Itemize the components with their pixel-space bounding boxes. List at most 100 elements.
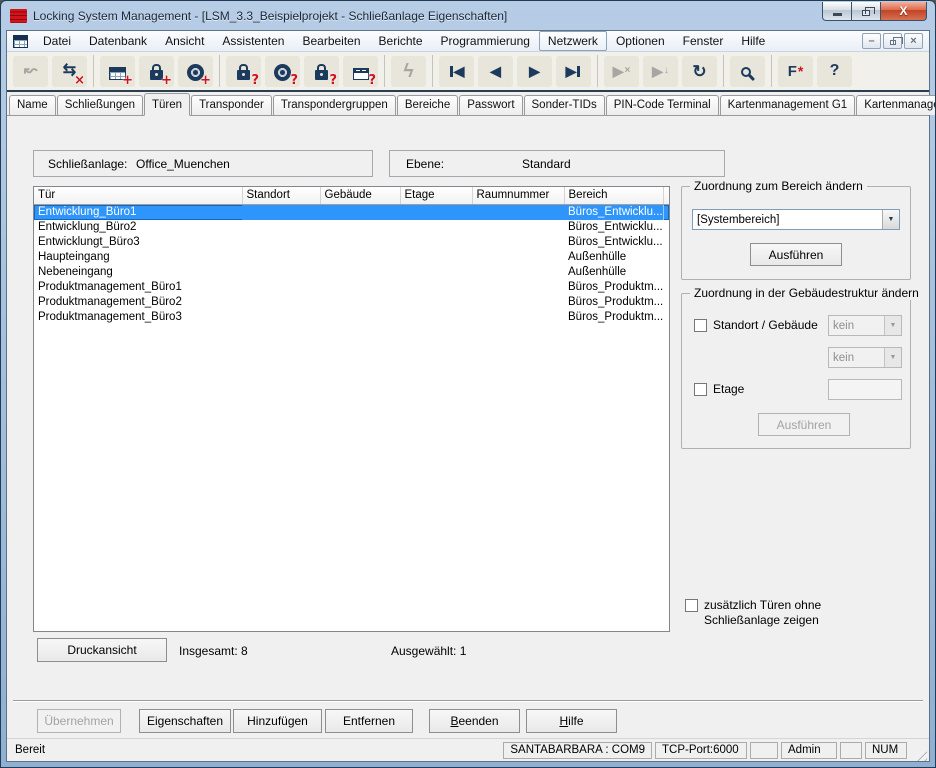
next-record-button[interactable]: ▶ — [517, 56, 552, 87]
tab-name[interactable]: Name — [9, 95, 56, 115]
mdi-document-icon — [13, 35, 28, 48]
tab-pin-code-terminal[interactable]: PIN-Code Terminal — [606, 95, 719, 115]
prev-record-icon: ◀ — [478, 56, 513, 87]
cell-bereich: Büros_Produktm... — [564, 310, 663, 325]
area-execute-button[interactable]: Ausführen — [750, 243, 842, 266]
menu-item-fenster[interactable]: Fenster — [674, 31, 733, 51]
floor-checkbox[interactable]: Etage — [694, 382, 744, 396]
eigenschaften-button[interactable]: Eigenschaften — [139, 709, 231, 733]
area-select[interactable]: [Systembereich] ▼ — [692, 209, 900, 230]
hinzuf-gen-button[interactable]: Hinzufügen — [233, 709, 322, 733]
mdi-restore-button[interactable] — [883, 33, 902, 49]
toolbar-separator — [597, 55, 598, 87]
close-button[interactable]: X — [881, 2, 927, 21]
beenden-button[interactable]: Beenden — [429, 709, 520, 733]
chevron-down-icon[interactable]: ▼ — [882, 210, 899, 229]
chevron-down-icon: ▼ — [884, 316, 901, 335]
toolbar: ↝⇆×+++????ϟ◀◀▶▶▶×▶↓↻F*? — [7, 52, 929, 92]
table-row[interactable]: Produktmanagement_Büro2Büros_Produktm... — [34, 295, 669, 310]
disconnect-arrow-button[interactable]: ⇆× — [52, 56, 87, 87]
read-lock-g1-button[interactable]: ? — [304, 56, 339, 87]
column-header-bereich[interactable]: Bereich — [564, 187, 663, 205]
new-lock-button[interactable]: + — [139, 56, 174, 87]
cell-standort — [242, 250, 320, 265]
first-record-button[interactable]: ◀ — [439, 56, 474, 87]
table-row[interactable]: NebeneingangAußenhülle — [34, 265, 669, 280]
prev-record-button[interactable]: ◀ — [478, 56, 513, 87]
new-locking-system-table-icon: + — [100, 56, 135, 87]
menu-item-hilfe[interactable]: Hilfe — [732, 31, 774, 51]
menu-item-datenbank[interactable]: Datenbank — [80, 31, 156, 51]
menu-item-optionen[interactable]: Optionen — [607, 31, 674, 51]
tab-t-ren[interactable]: Türen — [144, 93, 190, 116]
cell-raumnummer — [472, 310, 564, 325]
cell-standort — [242, 220, 320, 235]
new-locking-system-table-button[interactable]: + — [100, 56, 135, 87]
help-button[interactable]: ? — [817, 56, 852, 87]
table-row[interactable]: HaupteingangAußenhülle — [34, 250, 669, 265]
new-transponder-icon: + — [178, 56, 213, 87]
print-view-button[interactable]: Druckansicht — [37, 638, 167, 662]
menu-item-ansicht[interactable]: Ansicht — [156, 31, 213, 51]
tab-schlie-ungen[interactable]: Schließungen — [57, 95, 143, 115]
tab-kartenmanagement-g1[interactable]: Kartenmanagement G1 — [720, 95, 856, 115]
tab-transponder[interactable]: Transponder — [191, 95, 272, 115]
cell-filler — [663, 205, 669, 220]
mdi-minimize-button[interactable]: – — [862, 33, 881, 49]
new-transponder-button[interactable]: + — [178, 56, 213, 87]
cell-geb-ude — [320, 235, 400, 250]
hilfe-button[interactable]: Hilfe — [526, 709, 617, 733]
column-header-t-r[interactable]: Tür — [34, 187, 242, 205]
building-execute-button: Ausführen — [758, 413, 850, 436]
last-record-button[interactable]: ▶ — [556, 56, 591, 87]
read-transponder-button[interactable]: ? — [265, 56, 300, 87]
table-row[interactable]: Entwicklung_Büro1Büros_Entwicklu... — [34, 205, 669, 220]
cell-etage — [400, 250, 472, 265]
cell-t-r: Produktmanagement_Büro1 — [34, 280, 242, 295]
tab-bereiche[interactable]: Bereiche — [397, 95, 458, 115]
tab-kartenmanagement-g2[interactable]: Kartenmanagement G2 — [856, 95, 936, 115]
menu-item-netzwerk[interactable]: Netzwerk — [539, 31, 607, 51]
undo-arrow-button: ↝ — [13, 56, 48, 87]
tab-transpondergruppen[interactable]: Transpondergruppen — [273, 95, 396, 115]
menu-item-bearbeiten[interactable]: Bearbeiten — [293, 31, 369, 51]
read-locknode-button[interactable]: ? — [343, 56, 378, 87]
entfernen-button[interactable]: Entfernen — [325, 709, 413, 733]
show-doors-without-system-checkbox[interactable]: zusätzlich Türen ohne Schließanlage zeig… — [685, 598, 835, 628]
flash-icon: ϟ — [391, 56, 426, 87]
dialog-content: Schließanlage: Office_Muenchen Ebene: St… — [7, 116, 929, 738]
filter-settings-button[interactable]: F* — [778, 56, 813, 87]
column-header-filler — [663, 187, 669, 205]
table-row[interactable]: Produktmanagement_Büro3Büros_Produktm... — [34, 310, 669, 325]
table-row[interactable]: Entwicklungt_Büro3Büros_Entwicklu... — [34, 235, 669, 250]
refresh-icon: ↻ — [682, 56, 717, 87]
tab-sonder-tids[interactable]: Sonder-TIDs — [524, 95, 605, 115]
restore-button[interactable] — [852, 2, 881, 21]
total-count: Insgesamt: 8 — [179, 644, 248, 658]
menu-item-assistenten[interactable]: Assistenten — [213, 31, 293, 51]
search-button[interactable] — [730, 56, 765, 87]
resize-grip[interactable] — [913, 747, 927, 761]
location-building-checkbox[interactable]: Standort / Gebäude — [694, 318, 818, 332]
read-lock-button[interactable]: ? — [226, 56, 261, 87]
location-building-label: Standort / Gebäude — [713, 318, 818, 332]
cell-etage — [400, 220, 472, 235]
refresh-button[interactable]: ↻ — [682, 56, 717, 87]
minimize-button[interactable] — [822, 2, 852, 21]
table-row[interactable]: Entwicklung_Büro2Büros_Entwicklu... — [34, 220, 669, 235]
column-header-geb-ude[interactable]: Gebäude — [320, 187, 400, 205]
column-header-raumnummer[interactable]: Raumnummer — [472, 187, 564, 205]
chevron-down-icon: ▼ — [884, 348, 901, 367]
cell-raumnummer — [472, 220, 564, 235]
tab-passwort[interactable]: Passwort — [459, 95, 522, 115]
table-row[interactable]: Produktmanagement_Büro1Büros_Produktm... — [34, 280, 669, 295]
column-header-standort[interactable]: Standort — [242, 187, 320, 205]
menu-item-programmierung[interactable]: Programmierung — [432, 31, 539, 51]
location-select-value: kein — [829, 320, 884, 332]
menu-item-berichte[interactable]: Berichte — [370, 31, 432, 51]
column-header-etage[interactable]: Etage — [400, 187, 472, 205]
cell-filler — [663, 295, 669, 310]
building-select-value: kein — [829, 352, 884, 364]
menu-item-datei[interactable]: Datei — [34, 31, 80, 51]
mdi-close-button[interactable]: × — [904, 33, 923, 49]
